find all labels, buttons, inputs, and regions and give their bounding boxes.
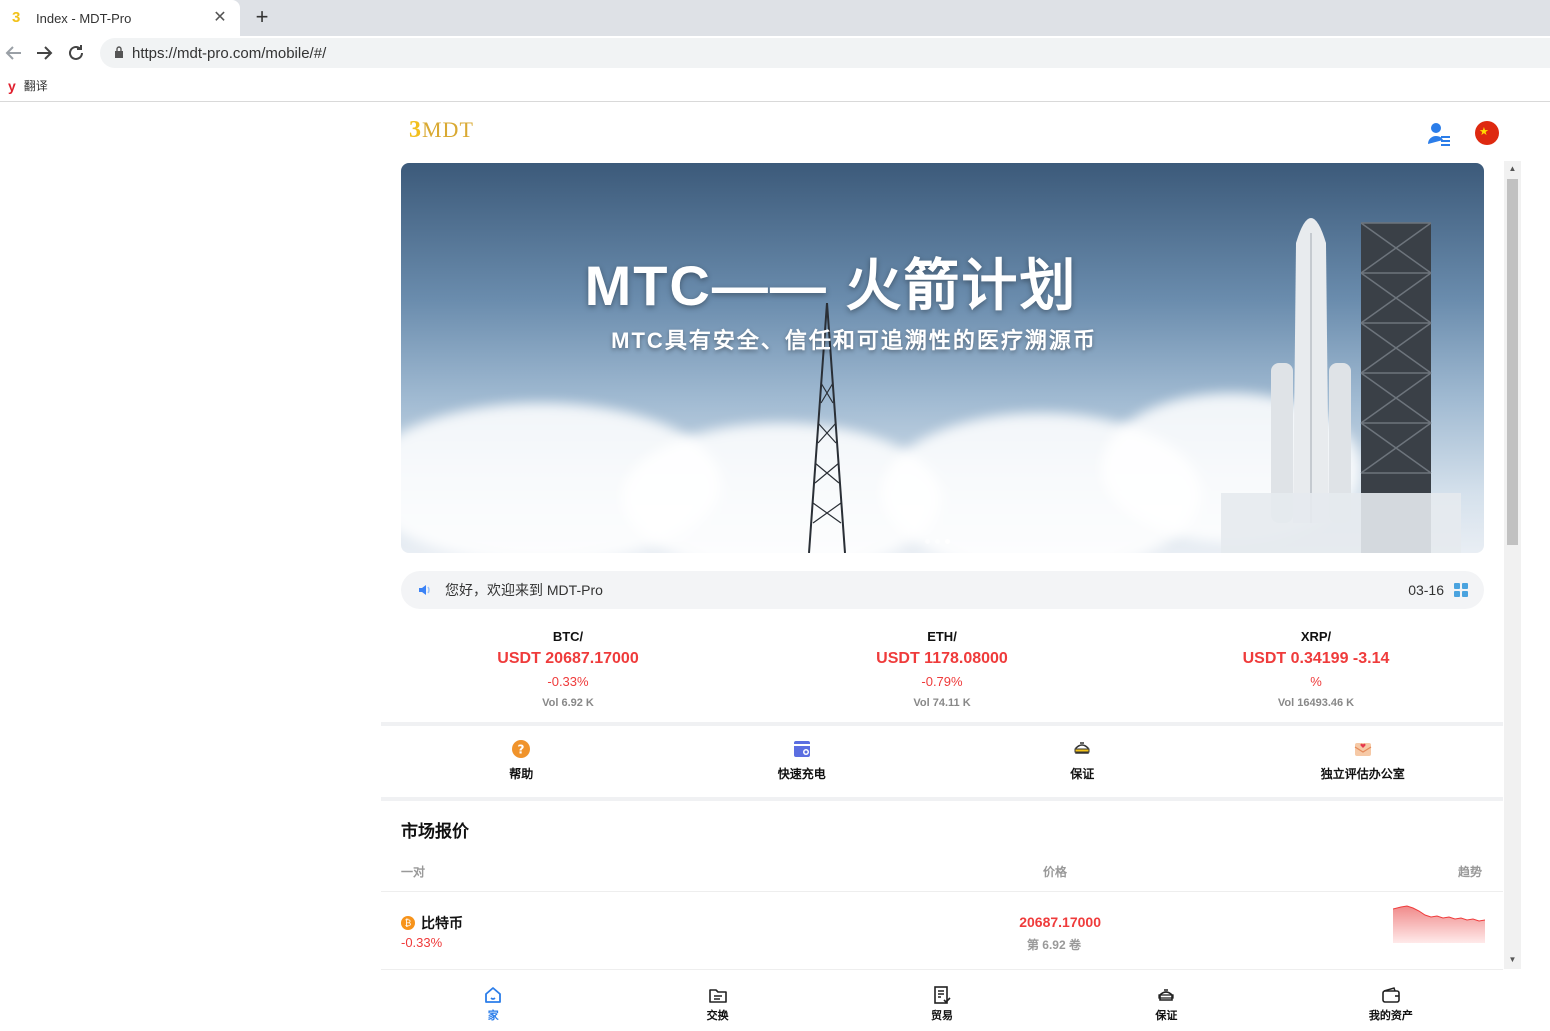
coin-volume: 第 6.92 卷 xyxy=(1026,938,1081,952)
ticker-change: % xyxy=(1310,674,1322,689)
favicon-icon: 3 xyxy=(12,9,21,26)
ticker-pair: ETH/ xyxy=(927,629,957,644)
svg-text:?: ? xyxy=(518,743,525,757)
new-tab-button[interactable]: + xyxy=(250,6,274,30)
nav-label: 交换 xyxy=(706,1010,729,1022)
logo-prefix: 3 xyxy=(409,117,422,143)
nav-label: 我的资产 xyxy=(1368,1010,1413,1022)
nav-assets[interactable]: 我的资产 xyxy=(1279,973,1503,1031)
carousel-dots xyxy=(925,539,950,544)
trade-icon xyxy=(932,985,952,1005)
browser-tab-bar: 3 Index - MDT-Pro ✕ + xyxy=(0,0,1550,36)
exchange-icon xyxy=(708,985,728,1005)
banner-subtitle: MTC具有安全、信任和可追溯性的医疗溯源币 xyxy=(611,328,1097,353)
scrollbar-thumb[interactable] xyxy=(1507,179,1518,545)
quick-link-label: 快速充电 xyxy=(777,767,826,781)
youdao-icon: y xyxy=(8,77,16,94)
divider xyxy=(381,969,1503,970)
nav-exchange[interactable]: 交换 xyxy=(605,973,829,1031)
quick-link-label: 独立评估办公室 xyxy=(1320,767,1405,781)
quick-link-label: 保证 xyxy=(1070,767,1095,781)
notice-text: 您好，欢迎来到 MDT-Pro xyxy=(445,582,603,598)
speaker-icon xyxy=(417,582,433,598)
guarantee-icon xyxy=(1156,985,1176,1005)
nav-label: 家 xyxy=(487,1010,499,1022)
ticker-volume: Vol 16493.46 K xyxy=(1277,697,1355,709)
guarantee-icon xyxy=(1072,739,1092,759)
help-icon: ? xyxy=(511,739,531,759)
bookmark-translate[interactable]: 翻译 xyxy=(24,77,48,94)
bottom-navigation: 家 交换 贸易 保证 我的资产 xyxy=(381,973,1503,1031)
section-divider xyxy=(381,722,1503,726)
wallet-icon xyxy=(1381,985,1401,1005)
trend-sparkline xyxy=(1393,905,1485,943)
bookmarks-bar: y 翻译 xyxy=(0,70,1550,102)
quick-link-help[interactable]: ? 帮助 xyxy=(381,729,662,797)
ticker-xrp[interactable]: XRP/ USDT 0.34199 -3.14 % Vol 16493.46 K xyxy=(1129,623,1503,723)
coin-name: 比特币 xyxy=(421,915,463,931)
banner-carousel[interactable]: MTC—— 火箭计划 MTC具有安全、信任和可追溯性的医疗溯源币 xyxy=(401,163,1484,553)
recharge-icon xyxy=(792,739,812,759)
browser-tab[interactable]: 3 Index - MDT-Pro ✕ xyxy=(0,0,240,36)
reload-icon[interactable] xyxy=(64,41,88,65)
coin-change: -0.33% xyxy=(401,935,443,950)
carousel-dot[interactable] xyxy=(935,539,940,544)
quick-link-guarantee[interactable]: 保证 xyxy=(942,729,1223,797)
bitcoin-icon: ₿ xyxy=(401,916,415,930)
quick-links: ? 帮助 快速充电 保证 独立评估办公室 xyxy=(381,729,1503,797)
nav-trade[interactable]: 贸易 xyxy=(830,973,1054,1031)
nav-home[interactable]: 家 xyxy=(381,973,605,1031)
quick-link-label: 帮助 xyxy=(509,767,534,781)
url-field[interactable]: https://mdt-pro.com/mobile/#/ xyxy=(100,38,1550,68)
divider xyxy=(381,891,1503,892)
ticker-price: USDT 1178.08000 xyxy=(876,650,1008,667)
ticker-eth[interactable]: ETH/ USDT 1178.08000 -0.79% Vol 74.11 K xyxy=(755,623,1129,723)
forward-arrow-icon[interactable] xyxy=(32,41,56,65)
column-header-trend: 趋势 xyxy=(1458,865,1483,879)
ticker-change: -0.79% xyxy=(921,674,963,689)
ticker-price: USDT 20687.17000 xyxy=(497,650,639,667)
url-text: https://mdt-pro.com/mobile/#/ xyxy=(132,44,327,62)
page-scrollbar[interactable]: ▲ ▼ xyxy=(1504,161,1521,969)
banner-title: MTC—— 火箭计划 xyxy=(584,254,1078,317)
address-bar: https://mdt-pro.com/mobile/#/ xyxy=(0,36,1550,70)
quick-link-recharge[interactable]: 快速充电 xyxy=(662,729,943,797)
carousel-dot-active[interactable] xyxy=(945,539,950,544)
back-arrow-icon[interactable] xyxy=(2,41,26,65)
coin-name-cell: ₿ 比特币 xyxy=(401,913,463,933)
ticker-volume: Vol 6.92 K xyxy=(542,697,594,709)
ticker-change: -0.33% xyxy=(547,674,589,689)
quick-link-office[interactable]: 独立评估办公室 xyxy=(1223,729,1504,797)
ticker-price: USDT 0.34199 -3.14 xyxy=(1242,650,1390,667)
close-tab-icon[interactable]: ✕ xyxy=(210,8,230,28)
ticker-pair: XRP/ xyxy=(1300,629,1332,644)
user-menu-icon[interactable] xyxy=(1427,121,1451,147)
scroll-down-arrow-icon[interactable]: ▼ xyxy=(1508,955,1517,964)
lock-icon xyxy=(114,45,124,61)
carousel-dot[interactable] xyxy=(925,539,930,544)
grid-icon[interactable] xyxy=(1454,583,1468,597)
market-title: 市场报价 xyxy=(401,822,469,841)
notice-bar[interactable]: 您好，欢迎来到 MDT-Pro 03-16 xyxy=(401,571,1484,609)
tab-title: Index - MDT-Pro xyxy=(36,10,132,26)
mail-icon xyxy=(1353,739,1373,759)
coin-price: 20687.17000 xyxy=(1019,914,1101,930)
ticker-strip: BTC/ USDT 20687.17000 -0.33% Vol 6.92 K … xyxy=(381,623,1503,723)
mobile-page: 3MDT ★ MTC—— 火箭计划 MTC具有安全、信任和可追溯性的医疗溯源币 … xyxy=(381,103,1521,1031)
nav-label: 贸易 xyxy=(931,1010,954,1022)
scroll-up-arrow-icon[interactable]: ▲ xyxy=(1508,164,1517,173)
section-divider xyxy=(381,797,1503,801)
ticker-volume: Vol 74.11 K xyxy=(913,697,971,709)
ticker-btc[interactable]: BTC/ USDT 20687.17000 -0.33% Vol 6.92 K xyxy=(381,623,755,723)
ticker-pair: BTC/ xyxy=(552,629,584,644)
nav-label: 保证 xyxy=(1155,1010,1178,1022)
logo-text: MDT xyxy=(422,117,474,142)
notice-date: 03-16 xyxy=(1408,582,1444,598)
column-header-price: 价格 xyxy=(1043,865,1068,879)
china-flag-icon[interactable]: ★ xyxy=(1475,121,1499,145)
home-icon xyxy=(483,985,503,1005)
nav-guarantee[interactable]: 保证 xyxy=(1054,973,1278,1031)
logo: 3MDT xyxy=(409,117,474,144)
column-header-pair: 一对 xyxy=(401,865,426,879)
